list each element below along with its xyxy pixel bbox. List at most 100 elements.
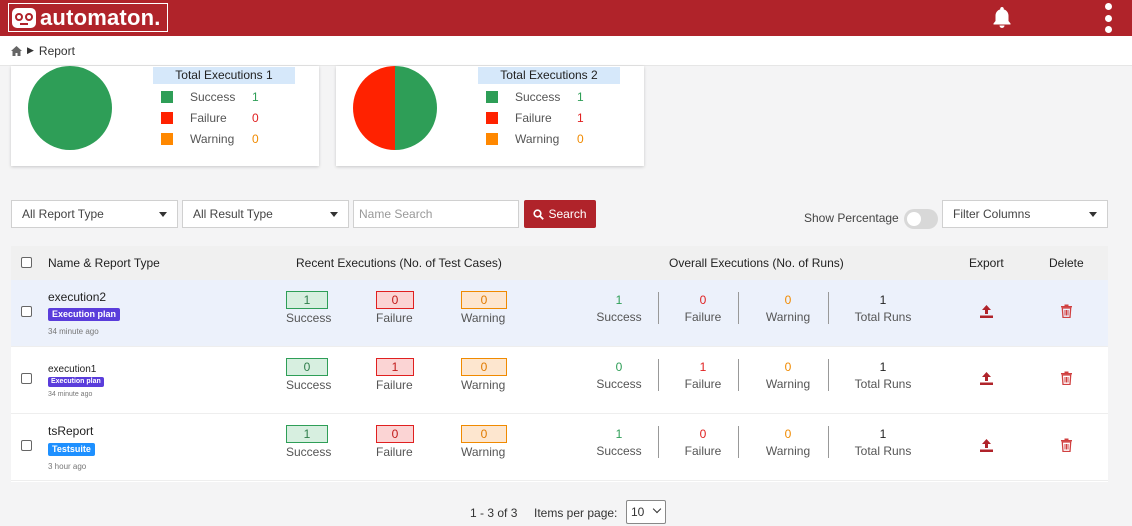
report-type-tag: Execution plan [48,377,104,387]
legend-label: Warning [190,132,235,146]
column-divider [828,359,829,391]
recent-failure-count: 1 [376,358,414,376]
table-row[interactable]: execution2 Execution plan 34 minute ago … [11,280,1108,347]
row-checkbox[interactable] [21,373,32,384]
trash-icon[interactable] [1060,438,1073,452]
table-row[interactable]: execution1 Execution plan 34 minute ago … [11,347,1108,414]
recent-success-count: 1 [286,425,328,443]
search-button[interactable]: Search [524,200,596,228]
row-checkbox[interactable] [21,440,32,451]
header-overall: Overall Executions (No. of Runs) [669,256,844,270]
recent-failure-count: 0 [376,291,414,309]
overall-success-label: Success [596,310,642,324]
legend-failure: Failure 1 [486,110,584,126]
card-title: Total Executions 1 [153,67,295,84]
items-per-page-select[interactable]: 10 [626,500,666,524]
total-runs-count: 1 [879,293,887,307]
result-type-dropdown[interactable]: All Result Type [182,200,349,228]
report-name[interactable]: execution2 [48,290,106,304]
summary-card-2: Total Executions 2 Success 1 Failure 1 W… [336,66,644,166]
show-percentage-label: Show Percentage [804,211,899,225]
overall-failure-count: 0 [699,293,707,307]
select-all-checkbox[interactable] [21,257,32,268]
overall-success-count: 0 [615,360,623,374]
legend-label: Failure [190,111,227,125]
legend-value: 1 [577,90,584,104]
breadcrumb: ▶ Report [0,36,1132,66]
table-row[interactable]: tsReport Testsuite 3 hour ago 1 0 0 Succ… [11,414,1108,481]
breadcrumb-current: Report [38,43,75,58]
report-time: 3 hour ago [48,462,87,471]
row-checkbox[interactable] [21,306,32,317]
caret-down-icon [159,212,167,217]
overall-warning-label: Warning [765,310,811,324]
overall-failure-label: Failure [684,377,722,391]
recent-failure-count: 0 [376,425,414,443]
overall-warning-count: 0 [784,293,792,307]
table-header: Name & Report Type Recent Executions (No… [11,246,1108,280]
recent-warning-label: Warning [461,311,506,325]
recent-failure-label: Failure [376,445,413,459]
card-title: Total Executions 2 [478,67,620,84]
bell-icon[interactable] [990,5,1014,29]
report-type-tag: Execution plan [48,308,121,321]
total-runs-label: Total Runs [854,377,912,391]
overall-warning-label: Warning [765,444,811,458]
header-name: Name & Report Type [48,256,160,270]
legend-label: Success [515,90,561,104]
show-percentage-toggle[interactable] [904,209,938,229]
trash-icon[interactable] [1060,304,1073,318]
items-per-page-value: 10 [631,505,645,519]
filter-columns-dropdown[interactable]: Filter Columns [942,200,1108,228]
name-search-input[interactable] [353,200,519,228]
pie-chart-1 [28,66,112,150]
report-name[interactable]: tsReport [48,424,93,438]
legend-label: Failure [515,111,552,125]
recent-warning-label: Warning [461,445,506,459]
app-logo[interactable]: automaton. [8,3,168,32]
recent-warning-count: 0 [461,291,507,309]
overall-success-label: Success [596,377,642,391]
total-runs-count: 1 [879,427,887,441]
recent-success-label: Success [286,378,332,392]
report-time: 34 minute ago [48,327,99,336]
upload-icon[interactable] [979,304,994,319]
kebab-menu-icon[interactable] [1103,3,1113,33]
pagination: 1 - 3 of 3 Items per page: 10 [0,497,1132,526]
legend-value: 0 [252,132,259,146]
upload-icon[interactable] [979,438,994,453]
overall-failure-label: Failure [684,444,722,458]
column-divider [658,426,659,458]
overall-failure-label: Failure [684,310,722,324]
total-runs-label: Total Runs [854,444,912,458]
column-divider [658,292,659,324]
recent-success-count: 0 [286,358,328,376]
legend-warning: Warning 0 [486,131,584,147]
legend-value: 1 [252,90,259,104]
pagination-range: 1 - 3 of 3 [470,506,518,520]
recent-warning-count: 0 [461,425,507,443]
column-divider [738,359,739,391]
legend-warning: Warning 0 [161,131,259,147]
dropdown-value: Filter Columns [953,207,1031,221]
legend-success: Success 1 [161,89,259,105]
report-table: Name & Report Type Recent Executions (No… [11,246,1108,482]
home-icon[interactable] [11,45,22,56]
legend-swatch [486,133,498,145]
recent-warning-label: Warning [461,378,506,392]
legend-swatch [161,91,173,103]
report-name[interactable]: execution1 [48,364,96,375]
caret-down-icon [1089,212,1097,217]
upload-icon[interactable] [979,371,994,386]
overall-failure-count: 1 [699,360,707,374]
trash-icon[interactable] [1060,371,1073,385]
column-divider [738,426,739,458]
overall-success-count: 1 [615,293,623,307]
summary-card-1: Total Executions 1 Success 1 Failure 0 W… [11,66,319,166]
legend-success: Success 1 [486,89,584,105]
legend-swatch [161,112,173,124]
report-type-dropdown[interactable]: All Report Type [11,200,178,228]
column-divider [658,359,659,391]
column-divider [828,426,829,458]
header-delete: Delete [1049,256,1084,270]
